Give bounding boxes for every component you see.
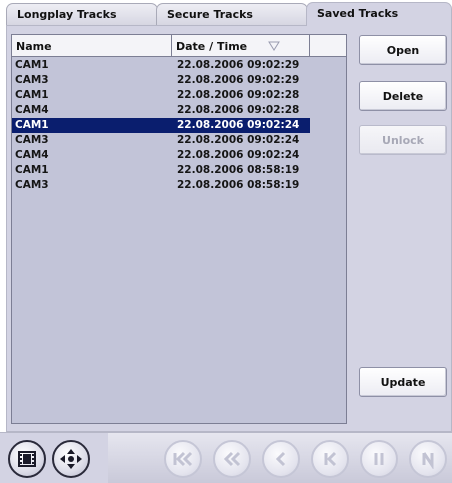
rewind-icon	[223, 451, 241, 467]
pan-tilt-arrows-icon	[60, 449, 82, 469]
update-button[interactable]: Update	[359, 367, 447, 397]
track-datetime: 22.08.2006 08:58:19	[177, 179, 300, 191]
table-row[interactable]: CAM4 22.08.2006 09:02:28	[12, 103, 346, 118]
skip-to-start-icon	[173, 451, 193, 467]
column-header-datetime[interactable]: Date / Time	[172, 35, 310, 56]
column-header-filler	[310, 35, 346, 56]
track-name: CAM4	[15, 149, 49, 161]
track-list[interactable]: Name Date / Time CAM1 22.08.2006 09:02:29…	[11, 34, 347, 424]
tab-secure-tracks[interactable]: Secure Tracks	[156, 3, 308, 25]
track-datetime: 22.08.2006 09:02:24	[177, 134, 300, 146]
open-button[interactable]: Open	[359, 35, 447, 65]
delete-button[interactable]: Delete	[359, 81, 447, 111]
next-button	[409, 440, 447, 478]
tab-longplay-tracks[interactable]: Longplay Tracks	[6, 3, 158, 25]
film-strip-button[interactable]	[8, 440, 46, 478]
table-row[interactable]: CAM1 22.08.2006 08:58:19	[12, 163, 346, 178]
film-strip-icon	[18, 451, 36, 467]
saved-tracks-window: Longplay Tracks Secure Tracks Saved Trac…	[0, 0, 452, 483]
track-name: CAM1	[15, 59, 49, 71]
track-name: CAM3	[15, 134, 49, 146]
rewind-button	[213, 440, 251, 478]
next-icon	[422, 452, 434, 469]
track-name: CAM4	[15, 104, 49, 116]
track-name: CAM3	[15, 179, 49, 191]
pan-tilt-button[interactable]	[52, 440, 90, 478]
playback-toolbar	[0, 432, 452, 483]
saved-tracks-panel: Name Date / Time CAM1 22.08.2006 09:02:29…	[6, 25, 452, 432]
previous-frame-icon	[324, 451, 337, 467]
track-name: CAM3	[15, 74, 49, 86]
step-back-button	[262, 440, 300, 478]
track-datetime: 22.08.2006 09:02:29	[177, 74, 300, 86]
track-name: CAM1	[15, 89, 49, 101]
track-rows: CAM1 22.08.2006 09:02:29 CAM3 22.08.2006 0…	[12, 58, 346, 193]
sort-down-triangle-icon	[268, 41, 280, 51]
skip-to-start-button	[164, 440, 202, 478]
pause-button	[360, 440, 398, 478]
tab-bar: Longplay Tracks Secure Tracks Saved Trac…	[0, 0, 452, 26]
tab-saved-tracks[interactable]: Saved Tracks	[306, 2, 452, 26]
column-header-datetime-label: Date / Time	[176, 40, 248, 53]
table-row[interactable]: CAM3 22.08.2006 09:02:29	[12, 73, 346, 88]
track-datetime: 22.08.2006 09:02:24	[177, 149, 300, 161]
track-name: CAM1	[15, 164, 49, 176]
table-row[interactable]: CAM3 22.08.2006 09:02:24	[12, 133, 346, 148]
list-header: Name Date / Time	[12, 35, 346, 57]
step-back-icon	[275, 451, 286, 467]
unlock-button: Unlock	[359, 125, 447, 155]
track-datetime: 22.08.2006 09:02:29	[177, 59, 300, 71]
table-row-selected[interactable]: CAM1 22.08.2006 09:02:24	[12, 118, 310, 133]
table-row[interactable]: CAM4 22.08.2006 09:02:24	[12, 148, 346, 163]
column-header-name[interactable]: Name	[12, 35, 172, 56]
track-datetime: 22.08.2006 09:02:24	[177, 119, 300, 131]
pause-icon	[374, 453, 384, 465]
table-row[interactable]: CAM1 22.08.2006 09:02:28	[12, 88, 346, 103]
table-row[interactable]: CAM1 22.08.2006 09:02:29	[12, 58, 346, 73]
track-datetime: 22.08.2006 09:02:28	[177, 89, 300, 101]
track-name: CAM1	[15, 119, 49, 131]
track-datetime: 22.08.2006 08:58:19	[177, 164, 300, 176]
previous-frame-button	[311, 440, 349, 478]
track-datetime: 22.08.2006 09:02:28	[177, 104, 300, 116]
table-row[interactable]: CAM3 22.08.2006 08:58:19	[12, 178, 346, 193]
